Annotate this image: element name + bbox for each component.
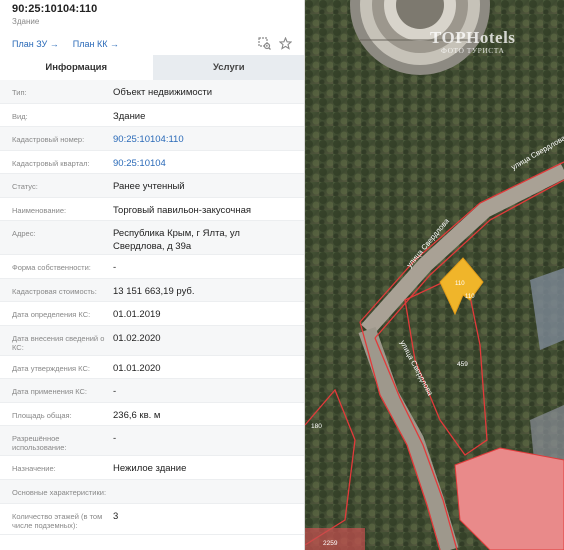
attribute-row: Наименование: Торговый павильон-закусочна… — [0, 197, 304, 221]
building-label-1: 110 — [455, 281, 465, 287]
attribute-label: Тип: — [12, 88, 27, 97]
star-icon[interactable] — [278, 36, 293, 50]
attribute-row: Назначение: Нежилое здание — [0, 456, 304, 480]
attribute-value: 01.01.2019 — [113, 309, 161, 320]
attribute-value-link[interactable]: 90:25:10104:110 — [113, 127, 293, 146]
attribute-row: Статус: Ранее учтенный — [0, 174, 304, 198]
building-label-2: 110 — [465, 294, 475, 300]
attribute-label: Кадастровая стоимость: — [12, 286, 97, 296]
attribute-value: 3 — [113, 510, 119, 522]
attribute-label: Дата применения КС: — [12, 387, 88, 396]
attribute-row: Кадастровый номер: 90:25:10104:110 — [0, 127, 304, 151]
attribute-row: Основные характеристики: — [0, 479, 304, 504]
object-type: Здание — [12, 17, 40, 26]
attribute-label: Дата определения КС: — [12, 310, 91, 319]
plan-kk-link[interactable]: План КК → — [73, 39, 119, 49]
attribute-label: Дата утверждения КС: — [12, 363, 90, 373]
parcel-number-459: 459 — [457, 361, 468, 368]
zoom-to-object-icon[interactable] — [258, 37, 271, 50]
attribute-row: Дата определения КС: 01.01.2019 — [0, 302, 304, 326]
attribute-label: Площадь общая: — [12, 410, 72, 420]
attribute-value: Объект недвижимости — [113, 87, 213, 98]
attribute-label: Дата внесения сведений о КС: — [12, 333, 105, 352]
attribute-row: Площадь общая: 236,6 кв. м — [0, 402, 304, 426]
attribute-label: Адрес: — [12, 229, 36, 238]
attribute-row: Дата внесения сведений о КС: 01.02.2020 — [0, 325, 304, 356]
attribute-value — [113, 480, 293, 486]
attribute-value: Здание — [113, 110, 146, 122]
parcel-number-180: 180 — [311, 423, 322, 430]
attribute-value: Нежилое здание — [113, 463, 187, 474]
attribute-row: Тип: Объект недвижимости — [0, 80, 304, 104]
attribute-label: Вид: — [12, 111, 28, 121]
attribute-value: Торговый павильон-закусочная — [113, 204, 252, 216]
attribute-label: Основные характеристики: — [12, 487, 107, 497]
attribute-value: - — [113, 386, 117, 397]
plan-zu-link[interactable]: План ЗУ → — [12, 39, 59, 49]
attribute-label: Разрешённое использование: — [12, 434, 67, 452]
attribute-row: Кадастровый квартал: 90:25:10104 — [0, 150, 304, 174]
attribute-value: 01.01.2020 — [113, 362, 161, 374]
attribute-value-link[interactable]: 90:25:10104 — [113, 151, 293, 170]
attribute-row: Кадастровая стоимость: 13 151 663,19 руб. — [0, 278, 304, 302]
attribute-label: Назначение: — [12, 464, 56, 473]
attribute-label: Наименование: — [12, 205, 67, 215]
attribute-value: - — [113, 433, 117, 444]
attribute-value: 13 151 663,19 руб. — [113, 285, 195, 297]
info-panel: 90:25:10104:110 Здание План ЗУ → План КК… — [0, 0, 305, 550]
plan-links: План ЗУ → План КК → — [12, 39, 119, 49]
map-view[interactable]: 110 110 улица Свердлова улица Свердлова … — [305, 0, 564, 550]
cadastral-number-title: 90:25:10104:110 — [12, 3, 98, 15]
attribute-label: Статус: — [12, 182, 38, 191]
tab-services[interactable]: Услуги — [152, 55, 304, 80]
attribute-row: Дата применения КС: - — [0, 379, 304, 403]
header-icons — [258, 36, 293, 50]
attribute-list: Тип: Объект недвижимости Вид: Здание Кадастр… — [0, 80, 304, 535]
attribute-row: Вид: Здание — [0, 103, 304, 127]
attribute-row: Разрешённое использование: - — [0, 426, 304, 456]
attribute-row: Форма собственности: - — [0, 255, 304, 279]
attribute-value: Республика Крым, г Ялта, ул Свердлова, д… — [113, 228, 240, 252]
parcel-number-2259: 2259 — [323, 540, 338, 547]
attribute-label: Кадастровый квартал: — [12, 158, 90, 168]
tab-info[interactable]: Информация — [0, 55, 153, 80]
attribute-label: Форма собственности: — [12, 263, 91, 272]
satellite-map[interactable]: 110 110 улица Свердлова улица Свердлова … — [305, 0, 564, 550]
attribute-label: Количество этажей (в том числе подземных… — [12, 511, 103, 530]
attribute-value: 01.02.2020 — [113, 332, 161, 344]
attribute-value: 236,6 кв. м — [113, 409, 161, 421]
attribute-value: Ранее учтенный — [113, 181, 185, 192]
attribute-row: Количество этажей (в том числе подземных… — [0, 503, 304, 535]
tab-bar: Информация Услуги — [0, 55, 304, 80]
attribute-value: - — [113, 262, 117, 273]
watermark-logo: TOPHotels ФОТО ТУРИСТА — [430, 28, 516, 55]
attribute-row: Дата утверждения КС: 01.01.2020 — [0, 355, 304, 379]
attribute-row: Адрес: Республика Крым, г Ялта, ул Свердл… — [0, 221, 304, 255]
attribute-label: Кадастровый номер: — [12, 135, 85, 144]
